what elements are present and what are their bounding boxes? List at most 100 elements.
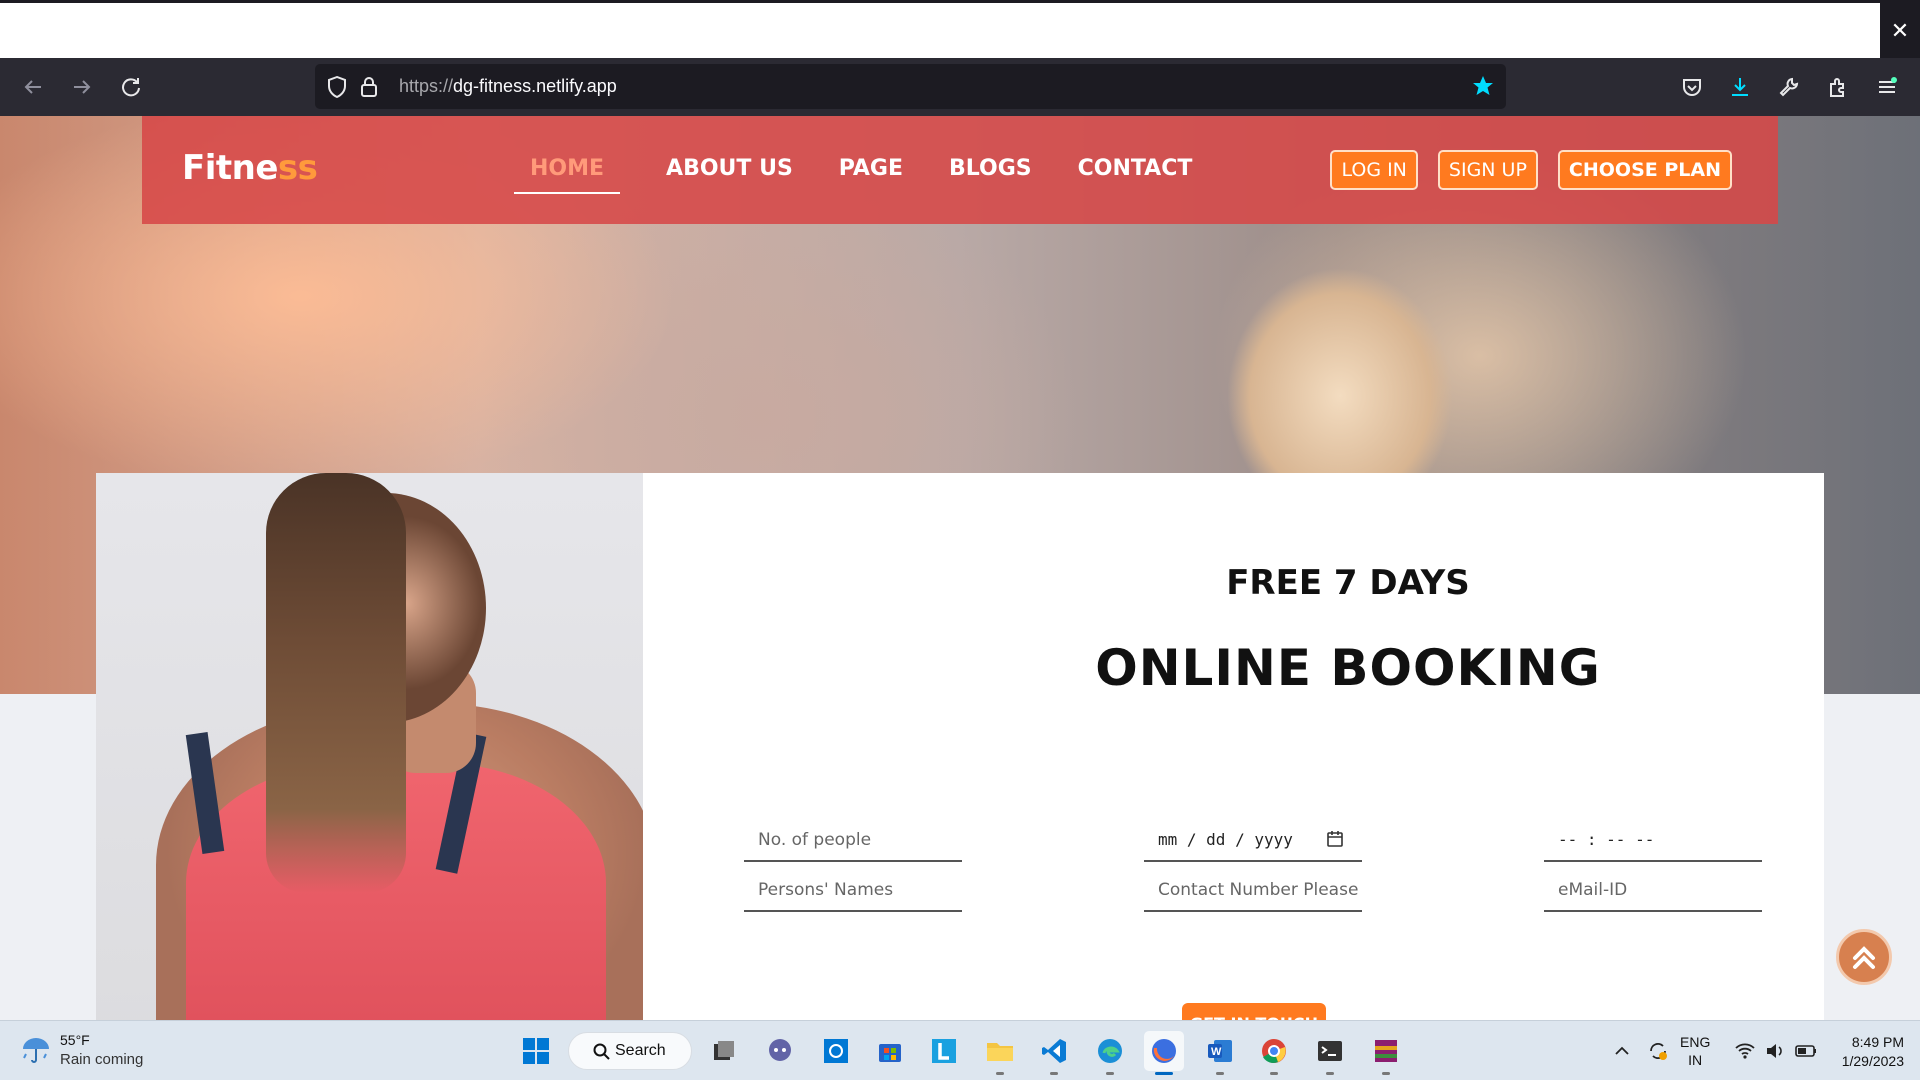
system-tray [1612,1021,1670,1080]
date-placeholder: mm / dd / yyyy [1158,830,1293,849]
people-count-input[interactable]: No. of people [744,818,962,862]
search-icon [593,1043,610,1060]
date-input[interactable]: mm / dd / yyyy [1144,818,1362,862]
site-header: Fitness HOME ABOUT US PAGE BLOGS CONTACT… [142,116,1778,224]
edge-icon [1098,1039,1122,1063]
winrar-app[interactable] [1366,1031,1406,1075]
hamburger-menu-icon [1879,77,1897,93]
clock-date: 1/29/2023 [1841,1053,1904,1069]
terminal-app[interactable] [1310,1031,1350,1075]
lock-icon[interactable] [357,75,381,99]
downloads-button[interactable] [1724,71,1756,103]
address-bar[interactable]: https://dg-fitness.netlify.app [315,64,1506,109]
cortana-icon [824,1039,848,1063]
wifi-icon [1735,1043,1755,1059]
calendar-icon[interactable] [1326,830,1344,848]
contact-number-input[interactable]: Contact Number Please [1144,868,1362,912]
region-code: IN [1688,1052,1703,1068]
l-app[interactable] [924,1031,964,1071]
word-app[interactable]: W [1200,1031,1240,1075]
signup-button[interactable]: SIGN UP [1437,150,1538,190]
edge-app[interactable] [1090,1031,1130,1075]
forward-button[interactable] [66,71,98,103]
winrar-icon [1375,1040,1397,1062]
clock-time: 8:49 PM [1851,1034,1904,1050]
letter-l-app-icon [932,1039,956,1063]
windows-taskbar: 55°F Rain coming Search W ENG IN 8:49 PM… [0,1020,1920,1080]
scroll-to-top-button[interactable] [1836,929,1892,985]
window-close-button[interactable]: ✕ [1880,3,1920,58]
close-icon: ✕ [1890,17,1910,43]
puzzle-icon [1830,78,1844,97]
taskbar-clock[interactable]: 8:49 PM 1/29/2023 [1832,1033,1904,1071]
menu-item-blogs[interactable]: BLOGS [949,116,1032,194]
choose-plan-button[interactable]: CHOOSE PLAN [1557,150,1732,190]
store-app[interactable] [870,1031,910,1071]
reload-button[interactable] [115,71,147,103]
extensions-button[interactable] [1822,71,1854,103]
input-language[interactable]: ENG IN [1680,1033,1710,1069]
double-chevron-up-icon [1853,946,1875,969]
bookmark-star-icon[interactable] [1470,73,1496,99]
vscode-app[interactable] [1034,1031,1074,1075]
windows-logo-icon [523,1038,549,1064]
menu-item-home[interactable]: HOME [514,116,621,194]
firefox-app[interactable] [1144,1031,1184,1075]
store-icon [879,1044,901,1062]
terminal-icon [1318,1041,1342,1061]
shield-icon[interactable] [325,75,349,99]
get-in-touch-button[interactable]: GET IN TOUCH [1182,1003,1326,1020]
menu-item-page[interactable]: PAGE [839,116,903,194]
header-buttons: LOG IN SIGN UP CHOOSE PLAN [1330,150,1732,190]
menu-item-about-us[interactable]: ABOUT US [666,116,793,194]
volume-icon [1767,1044,1782,1058]
vscode-icon [1042,1039,1066,1063]
logo-main-text: Fitne [182,148,278,188]
word-icon: W [1208,1040,1232,1062]
login-button[interactable]: LOG IN [1330,150,1418,190]
running-indicator [1216,1072,1224,1075]
weather-widget[interactable]: 55°F Rain coming [20,1031,143,1069]
reload-icon [122,78,140,97]
battery-icon [1795,1045,1816,1057]
web-page: Fitness HOME ABOUT US PAGE BLOGS CONTACT… [0,116,1920,1020]
chevron-up-icon[interactable] [1612,1041,1632,1061]
cortana-app[interactable] [816,1031,856,1071]
task-view-button[interactable] [704,1031,744,1071]
taskbar-search[interactable]: Search [568,1032,692,1070]
language-code: ENG [1680,1034,1711,1050]
url-text[interactable]: https://dg-fitness.netlify.app [399,76,617,97]
url-host: dg-fitness.netlify.app [453,76,617,96]
pocket-icon [1683,79,1701,96]
logo-accent-text: ss [277,148,318,188]
devtools-button[interactable] [1773,71,1805,103]
time-input[interactable]: -- : -- -- [1544,818,1762,862]
file-explorer-app[interactable] [980,1031,1020,1075]
photo-braid [266,473,406,893]
main-menu: HOME ABOUT US PAGE BLOGS CONTACT [514,116,1238,224]
wrench-icon [1779,77,1799,97]
booking-card: FREE 7 DAYS ONLINE BOOKING No. of people… [96,473,1824,1020]
names-input[interactable]: Persons' Names [744,868,962,912]
chat-icon [769,1039,791,1061]
sync-icon[interactable] [1646,1039,1670,1063]
chrome-app[interactable] [1254,1031,1294,1075]
back-button[interactable] [17,71,49,103]
pocket-button[interactable] [1676,71,1708,103]
running-indicator [1050,1072,1058,1075]
quick-settings[interactable] [1734,1021,1818,1080]
start-button[interactable] [516,1031,556,1071]
booking-athlete-photo [96,473,643,1020]
site-logo[interactable]: Fitness [182,148,318,188]
menu-item-contact[interactable]: CONTACT [1078,116,1193,194]
download-icon [1732,78,1748,96]
email-input[interactable]: eMail-ID [1544,868,1762,912]
app-menu-button[interactable] [1871,71,1903,103]
umbrella-rain-icon [23,1038,49,1063]
task-view-icon [714,1041,734,1060]
chrome-icon [1262,1039,1286,1063]
running-indicator [1106,1072,1114,1075]
teams-chat-app[interactable] [760,1031,800,1071]
svg-text:W: W [1211,1046,1222,1058]
weather-temperature: 55°F [60,1032,90,1048]
